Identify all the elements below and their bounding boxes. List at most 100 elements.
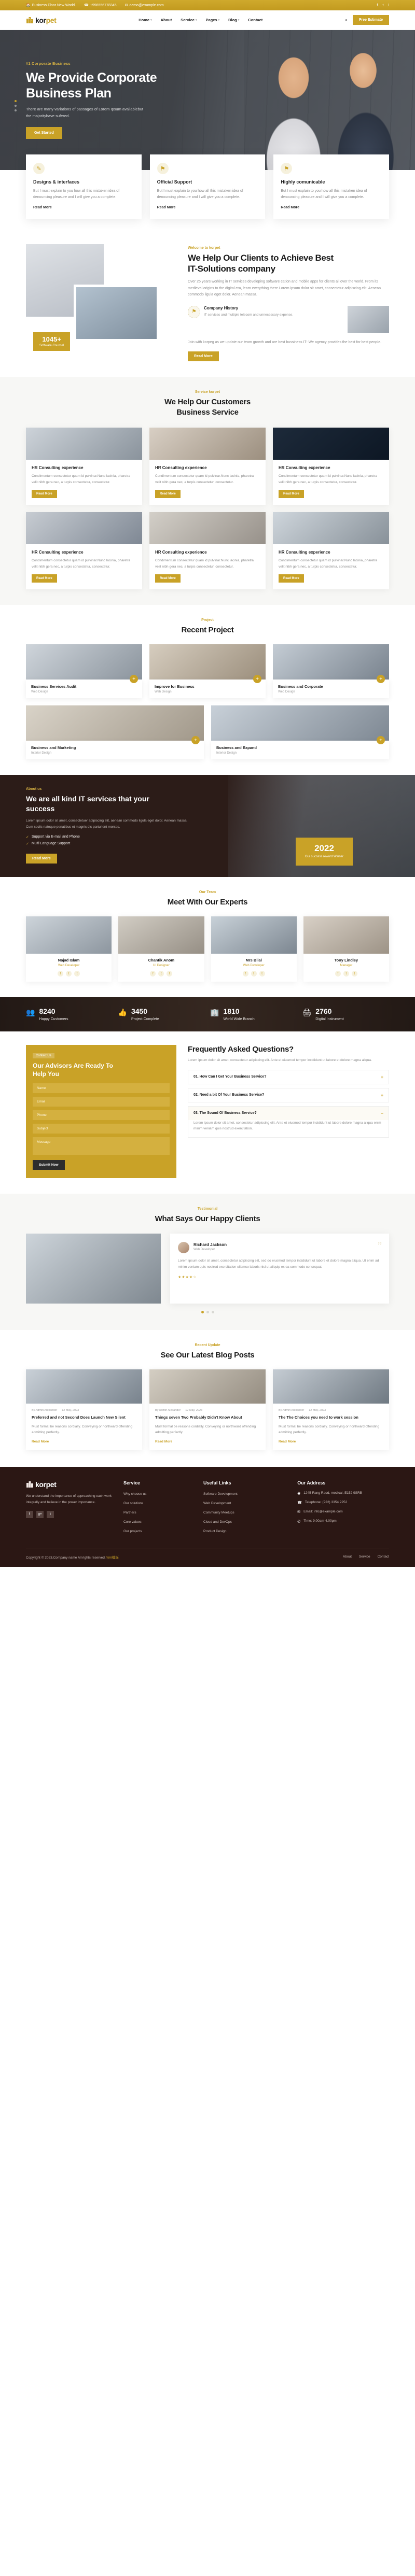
phone-field[interactable] (33, 1110, 170, 1121)
testimonial-slider-dots[interactable] (26, 1310, 389, 1313)
twitter-icon[interactable]: t (382, 4, 383, 7)
nav-item-contact[interactable]: Contact (248, 18, 262, 22)
hero-dot-2[interactable] (15, 105, 17, 107)
feature-read-more-link[interactable]: Read More (33, 206, 52, 209)
service-read-more-button[interactable]: Read More (32, 490, 57, 499)
testimonial-dot-2[interactable] (206, 1310, 209, 1313)
testimonial-dot-1[interactable] (201, 1310, 204, 1313)
service-card[interactable]: HR Consulting experience Condimentum con… (26, 512, 142, 589)
footer-logo[interactable]: korpet (26, 1480, 114, 1489)
project-card[interactable]: + Business and Expand Interior Design (211, 705, 389, 760)
footer-service-link[interactable]: Our projects (123, 1530, 142, 1533)
facebook-icon[interactable]: f (58, 971, 64, 977)
service-card[interactable]: HR Consulting experience Condimentum con… (26, 428, 142, 505)
accordion-item[interactable]: 02. Need a bit Of Your Business Service?… (188, 1087, 389, 1102)
feature-read-more-link[interactable]: Read More (281, 206, 299, 209)
footer-useful-link[interactable]: Software Development (203, 1492, 238, 1496)
footer-service-link[interactable]: Partners (123, 1511, 136, 1515)
service-card[interactable]: HR Consulting experience Condimentum con… (149, 512, 266, 589)
twitter-icon[interactable]: t (251, 971, 257, 977)
twitter-icon[interactable]: t (343, 971, 349, 977)
footer-phone-item[interactable]: ☎ Telephone: (922) 3354 2252 (297, 1500, 389, 1506)
team-member-card[interactable]: Mrs Bilal Web Developer f t t (211, 916, 297, 982)
hero-dot-3[interactable] (15, 109, 17, 111)
footer-bottom-link-about[interactable]: About (343, 1555, 352, 1559)
footer-email-item[interactable]: ✉ Email: info@example.com (297, 1509, 389, 1515)
submit-button[interactable]: Submit Now (33, 1160, 65, 1170)
footer-service-link[interactable]: Why choose us (123, 1492, 146, 1496)
plus-icon[interactable]: + (377, 736, 385, 745)
accordion-item[interactable]: 01. How Can I Get Your Business Service?… (188, 1069, 389, 1084)
cta-read-more-button[interactable]: Read More (26, 853, 57, 864)
topbar-phone[interactable]: ☎ +998556778345 (84, 3, 117, 8)
accordion-header[interactable]: 01. How Can I Get Your Business Service?… (188, 1070, 389, 1084)
service-read-more-button[interactable]: Read More (279, 490, 304, 499)
plus-icon[interactable]: + (377, 675, 385, 684)
service-read-more-button[interactable]: Read More (155, 574, 181, 583)
footer-useful-link[interactable]: Community Meetups (203, 1511, 234, 1515)
nav-item-blog[interactable]: Blog ▾ (228, 18, 239, 22)
tumblr-icon[interactable]: t (259, 971, 265, 977)
subject-field[interactable] (33, 1124, 170, 1134)
plus-icon[interactable]: + (130, 675, 138, 684)
footer-bottom-link-service[interactable]: Service (359, 1555, 370, 1559)
team-member-card[interactable]: Chantik Anom UI Designer f t t (118, 916, 204, 982)
about-read-more-button[interactable]: Read More (188, 351, 219, 362)
facebook-icon[interactable]: f (26, 1510, 33, 1518)
service-read-more-button[interactable]: Read More (32, 574, 57, 583)
hero-slider-dots[interactable] (15, 100, 17, 111)
logo[interactable]: korpet (26, 16, 57, 24)
team-member-card[interactable]: Tony Lindley Manager f t t (303, 916, 389, 982)
facebook-icon[interactable]: f (377, 4, 378, 7)
testimonial-dot-3[interactable] (211, 1310, 214, 1313)
blog-post-card[interactable]: By Admin Alexander 12 May, 2023 Things s… (149, 1369, 266, 1450)
plus-icon[interactable]: + (191, 736, 200, 745)
service-card[interactable]: HR Consulting experience Condimentum con… (273, 428, 389, 505)
facebook-icon[interactable]: f (242, 971, 248, 977)
message-field[interactable] (33, 1137, 170, 1155)
name-field[interactable] (33, 1083, 170, 1094)
service-card[interactable]: HR Consulting experience Condimentum con… (149, 428, 266, 505)
team-member-card[interactable]: Najad Islam Web Developer f t t (26, 916, 112, 982)
tumblr-icon[interactable]: t (167, 971, 173, 977)
blog-read-more-link[interactable]: Read More (155, 1440, 172, 1443)
project-card[interactable]: + Business and Corporate Web Design (273, 644, 389, 699)
email-field[interactable] (33, 1097, 170, 1107)
nav-item-service[interactable]: Service ▾ (181, 18, 197, 22)
tumblr-icon[interactable]: t (351, 971, 357, 977)
project-card[interactable]: + Business Services Audit Web Design (26, 644, 142, 699)
nav-item-pages[interactable]: Pages ▾ (205, 18, 219, 22)
footer-useful-link[interactable]: Product Design (203, 1530, 226, 1533)
footer-useful-link[interactable]: Web Development (203, 1502, 231, 1505)
search-icon[interactable]: ⌕ (345, 17, 348, 23)
footer-service-link[interactable]: Core values (123, 1520, 142, 1524)
plus-icon[interactable]: + (381, 1093, 383, 1098)
blog-read-more-link[interactable]: Read More (32, 1440, 49, 1443)
service-read-more-button[interactable]: Read More (155, 490, 181, 499)
accordion-item[interactable]: 03. The Sound Of Business Service? − Lor… (188, 1106, 389, 1138)
google-plus-icon[interactable]: g+ (36, 1510, 44, 1518)
project-card[interactable]: + Business and Marketing Interior Design (26, 705, 204, 760)
facebook-icon[interactable]: f (335, 971, 341, 977)
free-estimate-button[interactable]: Free Estimate (353, 15, 389, 25)
twitter-icon[interactable]: t (66, 971, 72, 977)
instagram-icon[interactable]: i (388, 4, 389, 7)
footer-service-link[interactable]: Our solutions (123, 1502, 143, 1505)
blog-read-more-link[interactable]: Read More (279, 1440, 296, 1443)
twitter-icon[interactable]: t (47, 1510, 54, 1518)
nav-item-home[interactable]: Home ▾ (139, 18, 151, 22)
minus-icon[interactable]: − (381, 1111, 383, 1116)
plus-icon[interactable]: + (381, 1074, 383, 1080)
service-card[interactable]: HR Consulting experience Condimentum con… (273, 512, 389, 589)
blog-post-card[interactable]: By Admin Alexander 12 May, 2023 Preferre… (26, 1369, 142, 1450)
hero-cta-button[interactable]: Get Started (26, 126, 62, 139)
plus-icon[interactable]: + (253, 675, 261, 684)
facebook-icon[interactable]: f (150, 971, 156, 977)
topbar-email[interactable]: ✉ demo@example.com (125, 3, 164, 8)
accordion-header[interactable]: 03. The Sound Of Business Service? − (188, 1106, 389, 1120)
twitter-icon[interactable]: t (158, 971, 164, 977)
footer-bottom-link-contact[interactable]: Contact (378, 1555, 389, 1559)
service-read-more-button[interactable]: Read More (279, 574, 304, 583)
tumblr-icon[interactable]: t (74, 971, 80, 977)
footer-useful-link[interactable]: Cloud and DevOps (203, 1520, 232, 1524)
